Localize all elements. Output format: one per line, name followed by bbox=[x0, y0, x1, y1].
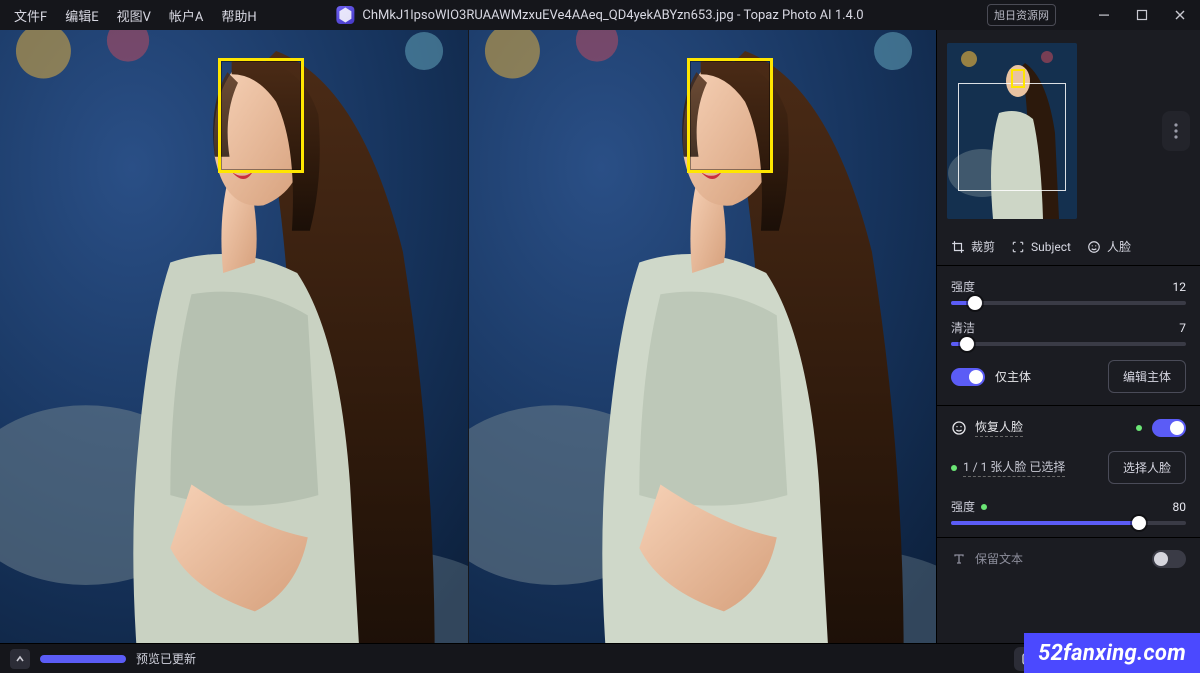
status-bar: 预览已更新 33% bbox=[0, 643, 1200, 673]
window-minimize-button[interactable] bbox=[1094, 5, 1114, 25]
navigator-viewport-box[interactable] bbox=[958, 83, 1066, 191]
status-dot-icon bbox=[1136, 425, 1142, 431]
face-section: 恢复人脸 1 / 1 张人脸 已选择 选择人脸 强度 bbox=[937, 406, 1200, 537]
navigator-thumbnail[interactable] bbox=[947, 43, 1077, 219]
more-options-button[interactable] bbox=[1162, 111, 1190, 151]
menu-edit[interactable]: 编辑E bbox=[57, 2, 106, 29]
navigator-face-box bbox=[1011, 69, 1025, 88]
text-icon bbox=[951, 551, 967, 567]
preserve-text-toggle[interactable] bbox=[1152, 550, 1186, 568]
app-icon bbox=[336, 6, 354, 24]
clean-value: 7 bbox=[1179, 321, 1186, 335]
subject-icon bbox=[1011, 240, 1025, 254]
image-viewport[interactable] bbox=[0, 30, 936, 643]
menu-help[interactable]: 帮助H bbox=[213, 2, 264, 29]
menu-view[interactable]: 视图V bbox=[109, 2, 159, 29]
status-dot-icon bbox=[951, 465, 957, 471]
clean-slider[interactable] bbox=[951, 342, 1186, 346]
main-area: 裁剪 Subject 人脸 强度 12 bbox=[0, 30, 1200, 643]
subject-only-label: 仅主体 bbox=[995, 368, 1031, 385]
title-bar: 文件F 编辑E 视图V 帐户A 帮助H ChMkJ1lpsoWIO3RUAAWM… bbox=[0, 0, 1200, 30]
preserve-text-section: 保留文本 bbox=[937, 538, 1200, 584]
select-face-button[interactable]: 选择人脸 bbox=[1108, 451, 1186, 484]
watermark: 52fanxing.com bbox=[1024, 633, 1200, 673]
navigator-area bbox=[947, 36, 1190, 226]
face-intensity-label: 强度 bbox=[951, 498, 987, 515]
site-badge: 旭日资源网 bbox=[987, 4, 1056, 26]
intensity-value: 12 bbox=[1173, 280, 1187, 294]
edit-subject-button[interactable]: 编辑主体 bbox=[1108, 360, 1186, 393]
after-pane bbox=[468, 30, 937, 643]
window-close-button[interactable] bbox=[1170, 5, 1190, 25]
tool-tabs: 裁剪 Subject 人脸 bbox=[937, 234, 1200, 266]
before-pane bbox=[0, 30, 468, 643]
face-intensity-slider[interactable] bbox=[951, 521, 1186, 525]
window-controls: 旭日资源网 bbox=[987, 4, 1190, 26]
face-intensity-value: 80 bbox=[1173, 500, 1187, 514]
face-detection-box[interactable] bbox=[687, 58, 773, 173]
tab-face[interactable]: 人脸 bbox=[1087, 238, 1131, 255]
window-title-area: ChMkJ1lpsoWIO3RUAAWMzxuEVe4AAeq_QD4yekAB… bbox=[336, 6, 863, 24]
face-section-title: 恢复人脸 bbox=[975, 418, 1023, 437]
tab-face-label: 人脸 bbox=[1107, 238, 1131, 255]
smile-icon bbox=[951, 420, 967, 436]
preserve-text-label: 保留文本 bbox=[975, 550, 1023, 568]
crop-icon bbox=[951, 240, 965, 254]
face-icon bbox=[1087, 240, 1101, 254]
face-recover-toggle[interactable] bbox=[1152, 419, 1186, 437]
status-dot-icon bbox=[981, 504, 987, 510]
clean-label: 清洁 bbox=[951, 319, 975, 336]
window-maximize-button[interactable] bbox=[1132, 5, 1152, 25]
menu-account[interactable]: 帐户A bbox=[161, 2, 211, 29]
subject-section: 强度 12 清洁 7 仅主体 bbox=[937, 266, 1200, 405]
menu-bar: 文件F 编辑E 视图V 帐户A 帮助H bbox=[6, 2, 265, 29]
tab-crop[interactable]: 裁剪 bbox=[951, 238, 995, 255]
tab-crop-label: 裁剪 bbox=[971, 238, 995, 255]
face-count-label: 1 / 1 张人脸 已选择 bbox=[951, 458, 1065, 477]
progress-bar bbox=[40, 655, 126, 663]
tab-subject[interactable]: Subject bbox=[1011, 238, 1071, 255]
expand-button[interactable] bbox=[10, 649, 30, 669]
intensity-slider[interactable] bbox=[951, 301, 1186, 305]
side-panel: 裁剪 Subject 人脸 强度 12 bbox=[936, 30, 1200, 643]
intensity-label: 强度 bbox=[951, 278, 975, 295]
subject-only-toggle[interactable] bbox=[951, 368, 985, 386]
menu-file[interactable]: 文件F bbox=[6, 2, 55, 29]
window-title: ChMkJ1lpsoWIO3RUAAWMzxuEVe4AAeq_QD4yekAB… bbox=[362, 8, 863, 23]
status-text: 预览已更新 bbox=[136, 650, 196, 667]
face-detection-box[interactable] bbox=[218, 58, 304, 173]
tab-subject-label: Subject bbox=[1031, 240, 1071, 254]
